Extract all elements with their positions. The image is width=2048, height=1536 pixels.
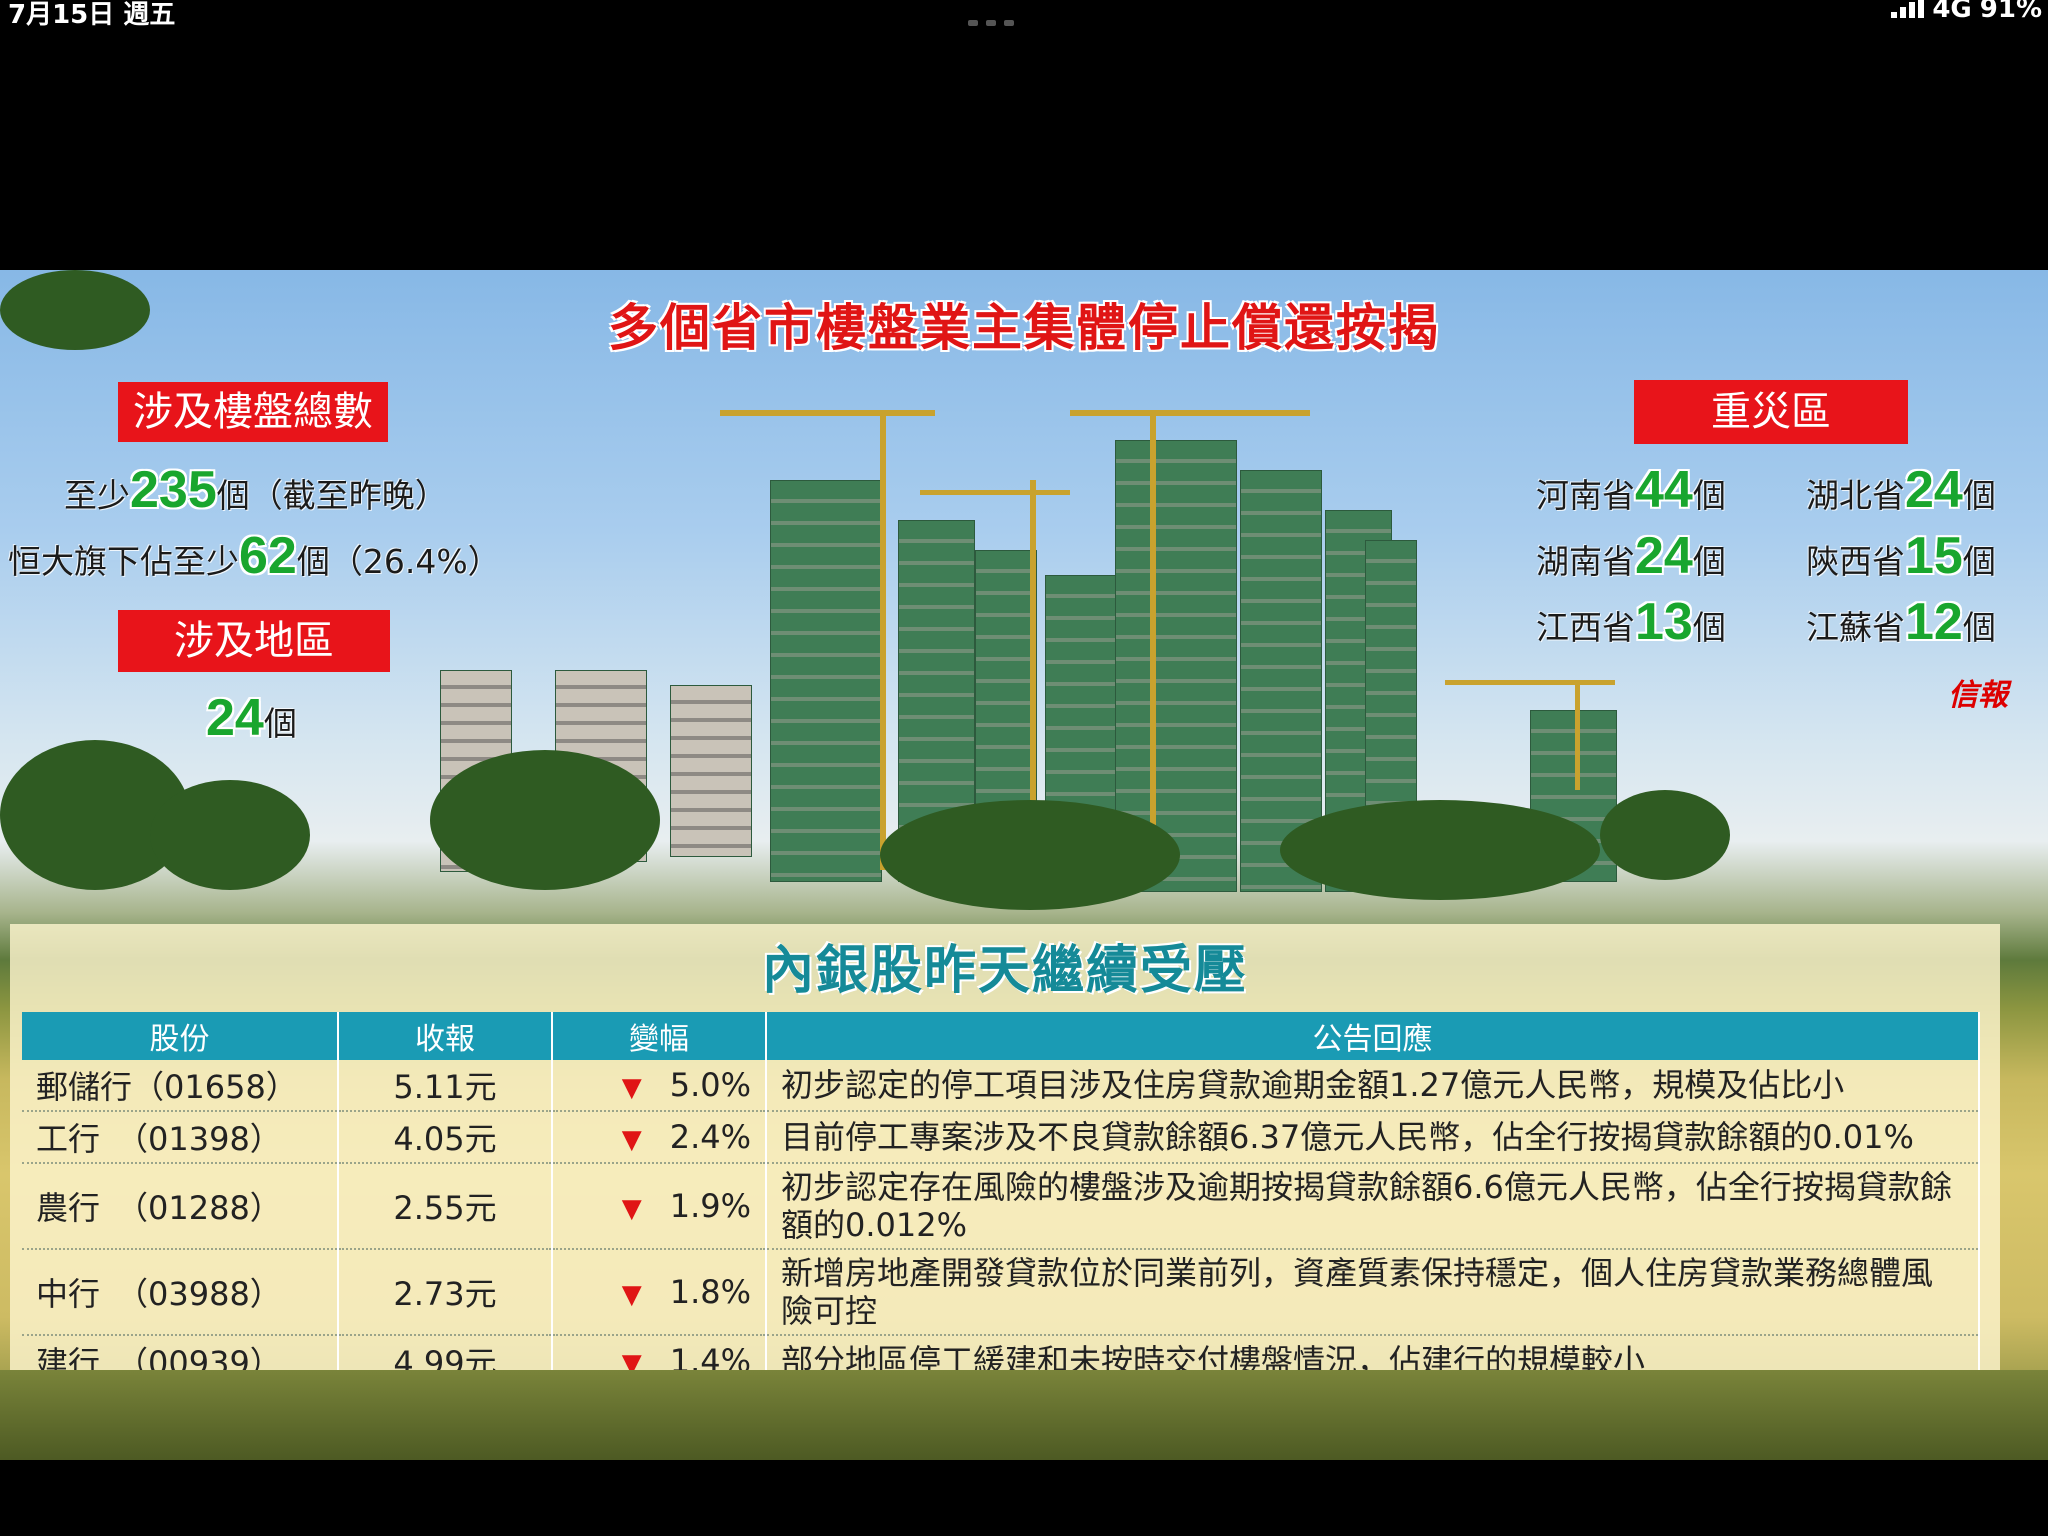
down-arrow-icon: ▼ <box>621 1194 642 1224</box>
close-price: 2.55元 <box>338 1163 553 1250</box>
regions-number: 24 <box>206 689 264 747</box>
total-projects-tag: 涉及樓盤總數 <box>118 382 388 442</box>
header-stock: 股份 <box>22 1012 339 1060</box>
evergrande-line: 恒大旗下佔至少62個（26.4%） <box>8 527 501 585</box>
status-bar: 7月15日 週五 4G 91% <box>0 0 2048 40</box>
down-arrow-icon: ▼ <box>621 1073 642 1103</box>
total-projects-line: 至少235個（截至昨晚） <box>64 461 448 519</box>
table-row: 中行 （03988） 2.73元 ▼ 1.8% 新增房地產開發貸款位於同業前列，資… <box>22 1249 1980 1336</box>
province-jiangsu: 江蘇省12個 <box>1806 593 1996 651</box>
crane <box>880 410 886 870</box>
total-projects-number: 235 <box>130 461 217 519</box>
province-hunan: 湖南省24個 <box>1536 527 1726 585</box>
close-price: 4.05元 <box>338 1111 553 1164</box>
tree <box>880 800 1180 910</box>
announcement: 初步認定存在風險的樓盤涉及逾期按揭貸款餘額6.6億元人民幣，佔全行按揭貸款餘額的… <box>766 1163 1980 1250</box>
announcement: 目前停工專案涉及不良貸款餘額6.37億元人民幣，佔全行按揭貸款餘額的0.01% <box>766 1111 1980 1164</box>
change-value: 1.9% <box>669 1187 751 1225</box>
change-cell: ▼ 1.8% <box>552 1249 767 1336</box>
signal-icon <box>1891 0 1925 18</box>
source-logo: 信報 <box>1948 678 2008 713</box>
header-change: 變幅 <box>552 1012 767 1060</box>
change-cell: ▼ 2.4% <box>552 1111 767 1164</box>
header-announcement: 公告回應 <box>766 1012 1980 1060</box>
crane <box>720 410 935 416</box>
tree <box>150 780 310 890</box>
panel-title: 內銀股昨天繼續受壓 <box>761 940 1248 1001</box>
header-close: 收報 <box>338 1012 553 1060</box>
province-henan: 河南省44個 <box>1536 461 1726 519</box>
province-hubei: 湖北省24個 <box>1806 461 1996 519</box>
bank-stocks-table: 股份 收報 變幅 公告回應 郵儲行（01658） 5.11元 ▼ 5.0% 初步認… <box>22 1012 1980 1388</box>
infographic-title: 多個省市樓盤業主集體停止償還按揭 <box>608 298 1440 357</box>
table-row: 郵儲行（01658） 5.11元 ▼ 5.0% 初步認定的停工項目涉及住房貸款逾期… <box>22 1060 1980 1112</box>
crane <box>1445 680 1615 685</box>
stock-name: 工行 （01398） <box>22 1111 339 1164</box>
down-arrow-icon: ▼ <box>621 1125 642 1155</box>
infographic-image: 多個省市樓盤業主集體停止償還按揭 涉及樓盤總數 至少235個（截至昨晚） 恒大旗… <box>0 270 2048 1460</box>
status-date: 7月15日 週五 <box>8 0 176 30</box>
multitask-dots-icon[interactable] <box>968 20 1018 26</box>
change-value: 5.0% <box>669 1066 751 1104</box>
building-tower <box>670 685 752 857</box>
status-right: 4G 91% <box>1891 0 2042 24</box>
table-row: 工行 （01398） 4.05元 ▼ 2.4% 目前停工專案涉及不良貸款餘額6.3… <box>22 1111 1980 1164</box>
crane <box>1070 410 1310 416</box>
regions-tag: 涉及地區 <box>118 610 390 672</box>
close-price: 5.11元 <box>338 1060 553 1112</box>
change-cell: ▼ 1.9% <box>552 1163 767 1250</box>
stock-name: 農行 （01288） <box>22 1163 339 1250</box>
tree <box>1280 800 1600 900</box>
table-row: 農行 （01288） 2.55元 ▼ 1.9% 初步認定存在風險的樓盤涉及逾期按揭… <box>22 1163 1980 1250</box>
table-header-row: 股份 收報 變幅 公告回應 <box>22 1012 1980 1060</box>
change-value: 1.8% <box>669 1273 751 1311</box>
stock-name: 郵儲行（01658） <box>22 1060 339 1112</box>
crane <box>920 490 1070 495</box>
province-jiangxi: 江西省13個 <box>1536 593 1726 651</box>
hardest-hit-tag: 重災區 <box>1634 380 1908 444</box>
down-arrow-icon: ▼ <box>621 1280 642 1310</box>
province-shaanxi: 陝西省15個 <box>1806 527 1996 585</box>
crane <box>1575 680 1580 790</box>
tree <box>1600 790 1730 880</box>
crane <box>1150 410 1156 880</box>
stock-name: 中行 （03988） <box>22 1249 339 1336</box>
grass-foreground <box>0 1370 2048 1460</box>
close-price: 2.73元 <box>338 1249 553 1336</box>
announcement: 初步認定的停工項目涉及住房貸款逾期金額1.27億元人民幣，規模及佔比小 <box>766 1060 1980 1112</box>
change-value: 2.4% <box>669 1118 751 1156</box>
announcement: 新增房地產開發貸款位於同業前列，資產質素保持穩定，個人住房貸款業務總體風險可控 <box>766 1249 1980 1336</box>
tree <box>430 750 660 890</box>
network-label: 4G <box>1932 0 1972 24</box>
regions-line: 24個 <box>206 689 297 747</box>
building-tower <box>770 480 882 882</box>
battery-label: 91% <box>1979 0 2042 24</box>
evergrande-number: 62 <box>239 527 297 585</box>
change-cell: ▼ 5.0% <box>552 1060 767 1112</box>
